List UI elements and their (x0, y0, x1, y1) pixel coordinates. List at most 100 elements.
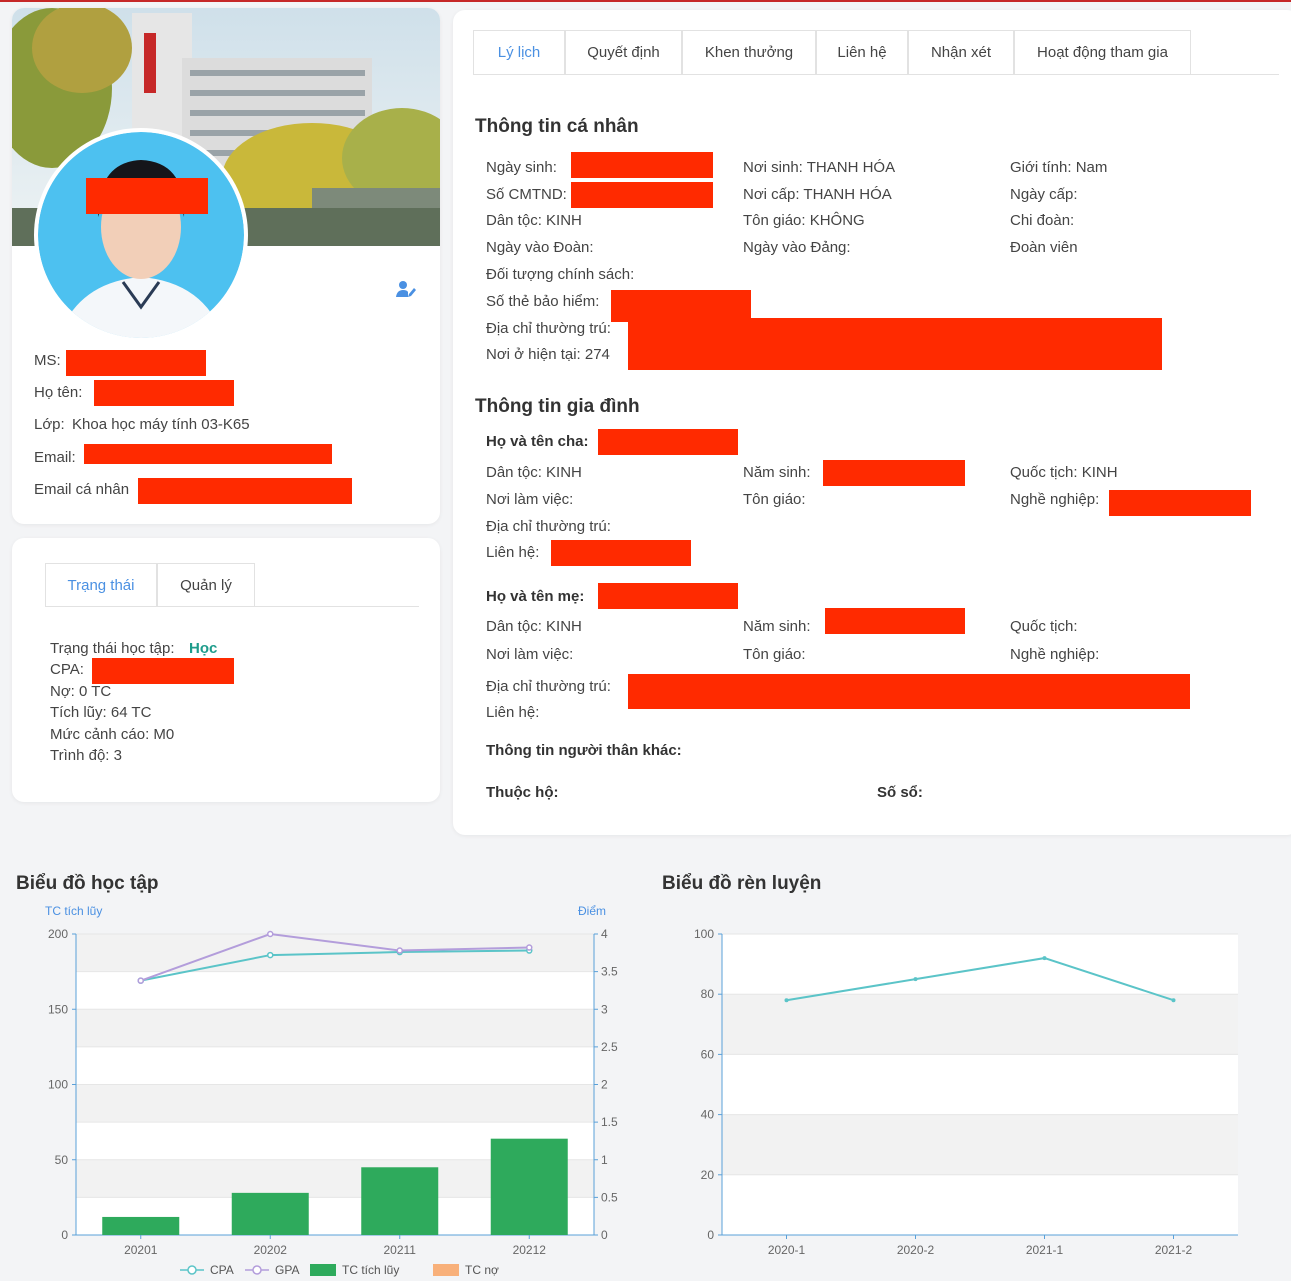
tab-quyet-dinh[interactable]: Quyết định (565, 30, 682, 74)
legend-swatch (310, 1264, 336, 1276)
study-chart-title: Biểu đồ học tập (16, 873, 159, 894)
father-religion: Tôn giáo: (743, 491, 806, 508)
redact-address (628, 318, 1162, 370)
y-tick-label: 200 (48, 927, 68, 941)
ms-label: MS: (34, 352, 61, 369)
household-label: Thuộc hộ: (486, 784, 559, 801)
x-tick-label: 2021-2 (1155, 1243, 1193, 1257)
point-GPA (526, 944, 533, 951)
debt-text: Nợ: 0 TC (50, 683, 112, 700)
grid-band (76, 1084, 594, 1123)
household-book-label: Số sổ: (877, 784, 923, 801)
x-tick-label: 2020-2 (897, 1243, 935, 1257)
grid-band (722, 994, 1238, 1055)
tab-nhan-xet[interactable]: Nhận xét (908, 30, 1014, 74)
redact-dob (571, 152, 713, 178)
tab-hoat-dong[interactable]: Hoạt động tham gia (1014, 30, 1191, 74)
father-ethnic: Dân tộc: KINH (486, 464, 582, 481)
y-tick-label: 60 (701, 1047, 715, 1061)
bar-TC-tích-lũy (490, 1138, 568, 1235)
cpa-label: CPA: (50, 661, 84, 678)
other-relatives-label: Thông tin người thân khác: (486, 742, 682, 759)
y-tick-label: 40 (701, 1108, 715, 1122)
y-tick-label: 0 (61, 1228, 68, 1242)
mother-birth: Năm sinh: (743, 618, 811, 635)
legend-label: TC tích lũy (342, 1263, 399, 1277)
profile-card: MS: Họ tên: Lớp: Khoa học máy tính 03-K6… (12, 8, 440, 524)
dob-label: Ngày sinh: (486, 159, 557, 176)
x-tick-label: 20201 (124, 1243, 158, 1257)
tab-quan-ly[interactable]: Quản lý (157, 563, 255, 607)
father-birth: Năm sinh: (743, 464, 811, 481)
father-nation: Quốc tịch: KINH (1010, 464, 1118, 481)
point-GPA (267, 930, 274, 938)
legend-label: TC nợ (465, 1263, 499, 1277)
y-tick-label: 50 (55, 1153, 69, 1167)
y-tick-label: 150 (48, 1002, 68, 1016)
branch-label: Chi đoàn: (1010, 212, 1075, 229)
y2-tick-label: 1.5 (601, 1115, 618, 1129)
redact-email (84, 444, 332, 464)
redact-mother-address (628, 674, 1190, 709)
redact-mother (598, 583, 738, 609)
mother-religion: Tôn giáo: (743, 646, 806, 663)
y-tick-label: 20 (701, 1168, 715, 1182)
father-contact: Liên hệ: (486, 544, 540, 561)
redact-father-contact (551, 540, 691, 566)
x-tick-label: 20211 (384, 1243, 417, 1257)
user-edit-icon[interactable] (396, 280, 416, 303)
study-status-value: Học (189, 640, 218, 657)
father-work: Nơi làm việc: (486, 491, 574, 508)
study-chart: TC tích lũy Điểm 0 50 100 150 200 0 0.5 1 1.5 2 2.5 3… (45, 904, 618, 1277)
policy-label: Đối tượng chính sách: (486, 266, 635, 283)
warning-text: Mức cảnh cáo: M0 (50, 726, 175, 743)
detail-card: Lý lịch Quyết định Khen thưởng Liên hệ N… (453, 10, 1291, 835)
member-text: Đoàn viên (1010, 239, 1078, 256)
redact-name (94, 380, 234, 406)
legend-marker (252, 1265, 262, 1275)
avatar[interactable] (34, 128, 248, 342)
point-GPA (396, 947, 403, 954)
tab-ly-lich[interactable]: Lý lịch (473, 30, 565, 74)
father-address: Địa chỉ thường trú: (486, 518, 611, 535)
top-accent-line (0, 0, 1291, 2)
gender-text: Giới tính: Nam (1010, 159, 1108, 176)
y2-axis-label: Điểm (578, 904, 606, 918)
y-tick-label: 100 (694, 927, 714, 941)
tab-khen-thuong[interactable]: Khen thưởng (682, 30, 816, 74)
redact-father-job (1109, 490, 1251, 516)
level-text: Trình độ: 3 (50, 747, 122, 764)
training-chart-title: Biểu đồ rèn luyện (662, 873, 822, 894)
study-status-label: Trạng thái học tập: (50, 640, 175, 657)
father-job: Nghề nghiệp: (1010, 491, 1100, 508)
redact-cmnd (571, 182, 713, 208)
bar-TC-tích-lũy (361, 1167, 439, 1235)
tab-lien-he[interactable]: Liên hệ (816, 30, 908, 74)
personal-info-title: Thông tin cá nhân (475, 116, 639, 137)
x-tick-label: 2020-1 (768, 1243, 806, 1257)
y2-tick-label: 3 (601, 1002, 608, 1016)
grid-band (76, 1046, 594, 1085)
insurance-label: Số thẻ bảo hiểm: (486, 293, 600, 310)
y2-tick-label: 4 (601, 927, 608, 941)
redact-mother-birth (825, 608, 965, 634)
legend-label: GPA (275, 1263, 299, 1277)
mother-address: Địa chỉ thường trú: (486, 678, 611, 695)
y2-tick-label: 2 (601, 1078, 608, 1092)
point-GPA (137, 977, 144, 984)
class-label: Lớp: (34, 416, 65, 433)
name-label: Họ tên: (34, 384, 83, 401)
grid-band (722, 1054, 1238, 1115)
mother-contact: Liên hệ: (486, 704, 540, 721)
training-chart: 0 20 40 60 80 100 2020-1 2020-2 2021-1 2021-2 (694, 927, 1238, 1257)
x-tick-label: 20212 (513, 1243, 547, 1257)
bar-TC-tích-lũy (102, 1216, 180, 1235)
y-tick-label: 100 (48, 1078, 68, 1092)
point-training (1171, 998, 1176, 1003)
y2-tick-label: 0.5 (601, 1190, 618, 1204)
accumulated-text: Tích lũy: 64 TC (50, 704, 152, 721)
mother-nation: Quốc tịch: (1010, 618, 1078, 635)
tab-trang-thai[interactable]: Trạng thái (45, 563, 157, 607)
y-axis-label: TC tích lũy (45, 904, 102, 918)
y2-tick-label: 1 (601, 1153, 608, 1167)
